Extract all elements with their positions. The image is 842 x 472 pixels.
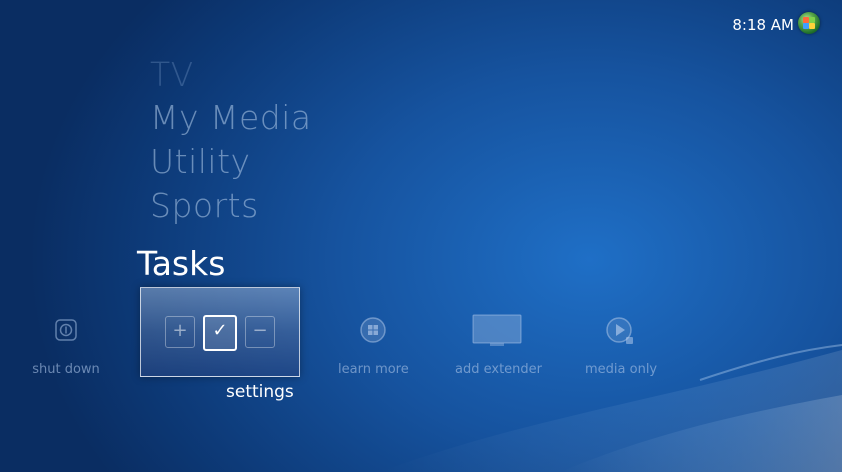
flag-yellow-icon bbox=[809, 23, 815, 29]
task-settings[interactable]: + ✓ − bbox=[140, 287, 300, 377]
task-label: media only bbox=[585, 362, 658, 377]
plus-icon: + bbox=[165, 316, 195, 348]
menu-item-tv[interactable]: TV bbox=[150, 55, 194, 94]
check-icon: ✓ bbox=[203, 315, 237, 351]
media-only-icon bbox=[606, 317, 633, 344]
menu-item-utility[interactable]: Utility bbox=[150, 142, 251, 181]
section-title-tasks[interactable]: Tasks bbox=[137, 244, 225, 283]
task-label: add extender bbox=[455, 362, 542, 377]
menu-item-my-media[interactable]: My Media bbox=[150, 98, 312, 137]
power-icon bbox=[55, 319, 77, 341]
background-swoosh bbox=[380, 344, 842, 472]
task-label: learn more bbox=[338, 362, 409, 377]
menu-item-sports[interactable]: Sports bbox=[150, 186, 259, 225]
minus-icon: − bbox=[245, 316, 275, 348]
task-label-selected: settings bbox=[226, 382, 294, 402]
monitor-icon bbox=[472, 314, 522, 346]
task-label: shut down bbox=[32, 362, 100, 377]
clock: 8:18 AM bbox=[732, 16, 794, 34]
windows-logo-icon bbox=[360, 317, 386, 343]
windows-orb-icon[interactable] bbox=[798, 12, 820, 34]
